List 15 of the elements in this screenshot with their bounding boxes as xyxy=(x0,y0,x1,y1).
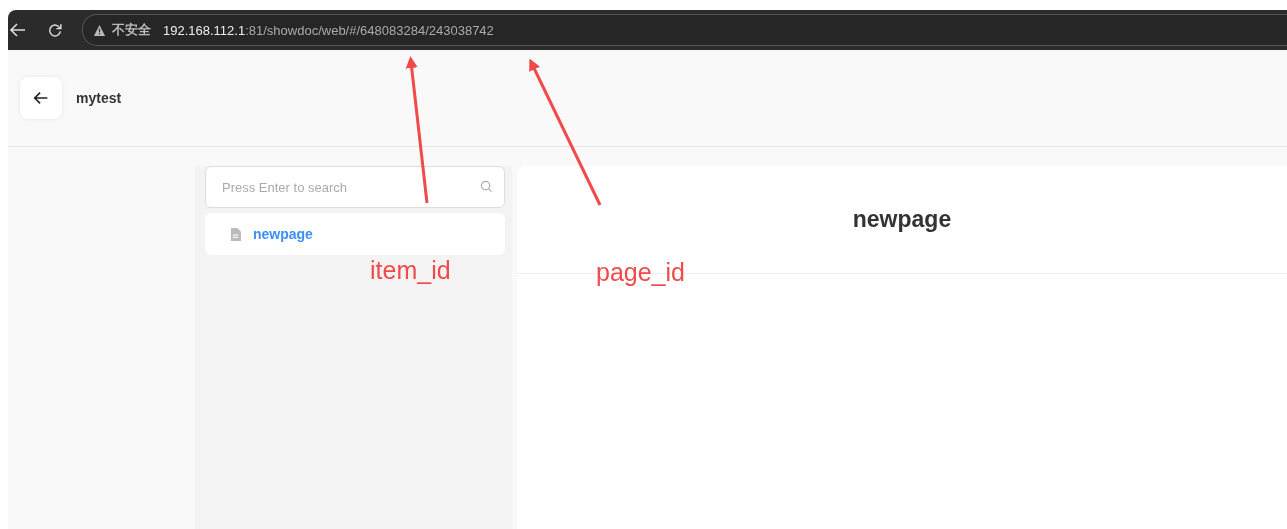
annotation-label: item_id xyxy=(370,256,451,285)
arrow-left-icon xyxy=(32,89,50,107)
warning-icon xyxy=(93,23,106,37)
project-title: mytest xyxy=(76,90,122,106)
security-label: 不安全 xyxy=(112,21,151,39)
url-path: :81/showdoc/web/#/648083284/243038742 xyxy=(245,22,494,38)
page-title: newpage xyxy=(253,226,313,242)
annotation-label: page_id xyxy=(596,258,685,287)
search-field[interactable]: Press Enter to search xyxy=(205,166,505,208)
back-button[interactable] xyxy=(20,77,62,119)
address-bar[interactable]: 不安全 192.168.112.1:81/showdoc/web/#/648083284/243038742 xyxy=(82,14,1287,46)
url-host: 192.168.112.1 xyxy=(163,22,246,38)
page-heading: newpage xyxy=(852,206,952,233)
reload-icon[interactable] xyxy=(46,21,64,39)
document-icon xyxy=(230,227,241,241)
